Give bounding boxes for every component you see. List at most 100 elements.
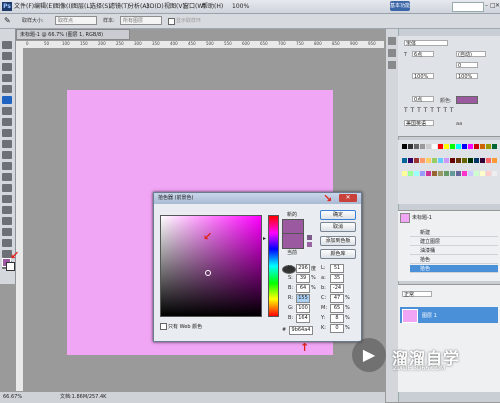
swatch[interactable] [486, 144, 491, 149]
swatch[interactable] [474, 171, 479, 177]
swatch[interactable] [468, 157, 473, 163]
vertical-scale-input[interactable]: 100% [412, 73, 434, 80]
saturation-input[interactable]: 39 [296, 274, 310, 283]
history-item-active[interactable]: 拾色 [410, 265, 498, 273]
swatch[interactable] [438, 144, 443, 149]
ok-button[interactable]: 确定 [320, 210, 356, 220]
menu-image[interactable]: 图像(I) [54, 2, 72, 11]
swatch[interactable] [420, 144, 425, 149]
menu-filter[interactable]: 滤镜(T) [109, 2, 129, 11]
zoom-readout[interactable]: 66.67% [3, 392, 22, 403]
swatch[interactable] [468, 171, 473, 177]
swatch[interactable] [444, 144, 449, 149]
blur-tool-icon[interactable] [2, 173, 12, 181]
swatch[interactable] [438, 171, 443, 177]
menu-file[interactable]: 文件(F) [14, 2, 34, 11]
swatch[interactable] [408, 144, 413, 149]
hue-input[interactable]: 296 [296, 264, 310, 273]
green-input[interactable]: 100 [296, 304, 310, 313]
red-input[interactable]: 155 [296, 294, 310, 303]
menu-edit[interactable]: 编辑(E) [34, 2, 54, 11]
close-icon[interactable]: ✕ [339, 194, 357, 202]
crop-tool-icon[interactable] [2, 85, 12, 93]
marquee-tool-icon[interactable] [2, 52, 12, 60]
menu-3d[interactable]: 3D(D) [146, 2, 164, 11]
swatch[interactable] [474, 144, 479, 149]
swatch[interactable] [414, 171, 419, 177]
color-libraries-button[interactable]: 颜色库 [320, 249, 356, 259]
a-input[interactable]: 35 [330, 274, 344, 283]
cancel-button[interactable]: 取消 [320, 222, 356, 232]
swatch[interactable] [474, 157, 479, 163]
tracking-input[interactable]: 0 [456, 62, 478, 69]
swatch[interactable] [486, 157, 491, 163]
web-safe-swatch-icon[interactable] [307, 242, 312, 247]
menu-help[interactable]: 帮助(H) [202, 2, 223, 11]
swatch[interactable] [414, 144, 419, 149]
swatch[interactable] [468, 144, 473, 149]
swatch[interactable] [462, 157, 467, 163]
menu-select[interactable]: 选择(S) [90, 2, 111, 11]
history-panel-icon[interactable] [388, 37, 396, 45]
close-icon[interactable]: ✕ [495, 2, 500, 10]
cyan-input[interactable]: 47 [330, 294, 344, 303]
hex-input[interactable]: 9b64a4 [289, 326, 313, 335]
baseline-shift-input[interactable]: 0点 [412, 96, 434, 103]
swatch[interactable] [438, 157, 443, 163]
swatch[interactable] [492, 171, 497, 177]
clone-stamp-tool-icon[interactable] [2, 129, 12, 137]
document-tab[interactable]: 未标题-1 @ 66.7% (图层 1, RGB/8) [16, 29, 130, 40]
blend-mode-select[interactable]: 正常 [402, 291, 432, 298]
background-color-swatch[interactable] [6, 262, 15, 271]
cube-warning-icon[interactable] [307, 235, 312, 240]
font-family-select[interactable]: 宋体 [404, 40, 448, 47]
b-lab-input[interactable]: -24 [330, 284, 344, 293]
history-item[interactable]: 新建 [410, 229, 498, 237]
text-style-buttons[interactable]: TTTTTTTT [404, 108, 492, 114]
brush-panel-icon[interactable] [388, 61, 396, 69]
brightness-input[interactable]: 64 [296, 284, 310, 293]
swatch[interactable] [492, 144, 497, 149]
swatch[interactable] [456, 144, 461, 149]
font-size-input[interactable]: 6点 [412, 51, 434, 58]
swatch[interactable] [426, 144, 431, 149]
language-select[interactable]: 美国英语 [404, 120, 434, 127]
swatch[interactable] [426, 171, 431, 177]
history-item[interactable]: 拾色 [410, 256, 498, 264]
add-to-swatches-button[interactable]: 添加到色板 [320, 236, 356, 246]
horizontal-scale-input[interactable]: 100% [456, 73, 478, 80]
swatch[interactable] [444, 171, 449, 177]
swatch[interactable] [420, 171, 425, 177]
search-input[interactable] [452, 2, 484, 12]
quick-select-tool-icon[interactable] [2, 74, 12, 82]
shape-tool-icon[interactable] [2, 228, 12, 236]
web-only-checkbox[interactable] [160, 323, 167, 330]
swatch[interactable] [402, 157, 407, 163]
eyedropper-icon[interactable]: ✎ [4, 16, 11, 25]
history-brush-tool-icon[interactable] [2, 140, 12, 148]
sample-size-select[interactable]: 取样点 [55, 16, 97, 25]
swatch[interactable] [432, 171, 437, 177]
eraser-tool-icon[interactable] [2, 151, 12, 159]
move-tool-icon[interactable] [2, 41, 12, 49]
magenta-input[interactable]: 65 [330, 304, 344, 313]
swatch-grid[interactable] [402, 144, 498, 184]
swatch[interactable] [492, 157, 497, 163]
history-item[interactable]: 建立图层 [410, 238, 498, 246]
swatch[interactable] [456, 171, 461, 177]
type-tool-icon[interactable] [2, 206, 12, 214]
current-color-swatch[interactable] [282, 233, 304, 249]
black-input[interactable]: 0 [330, 324, 344, 333]
anti-alias-label[interactable]: aa [456, 121, 462, 127]
3d-rotate-tool-icon[interactable] [2, 239, 12, 247]
blue-input[interactable]: 164 [296, 314, 310, 323]
swatch[interactable] [480, 171, 485, 177]
swatch[interactable] [426, 157, 431, 163]
history-snapshot[interactable]: 未标题-1 [412, 214, 432, 221]
swatch[interactable] [450, 171, 455, 177]
brush-tool-icon[interactable] [2, 118, 12, 126]
swatch[interactable] [432, 144, 437, 149]
sampling-ring-checkbox[interactable] [168, 18, 175, 25]
swatch[interactable] [414, 157, 419, 163]
yellow-input[interactable]: 8 [330, 314, 344, 323]
